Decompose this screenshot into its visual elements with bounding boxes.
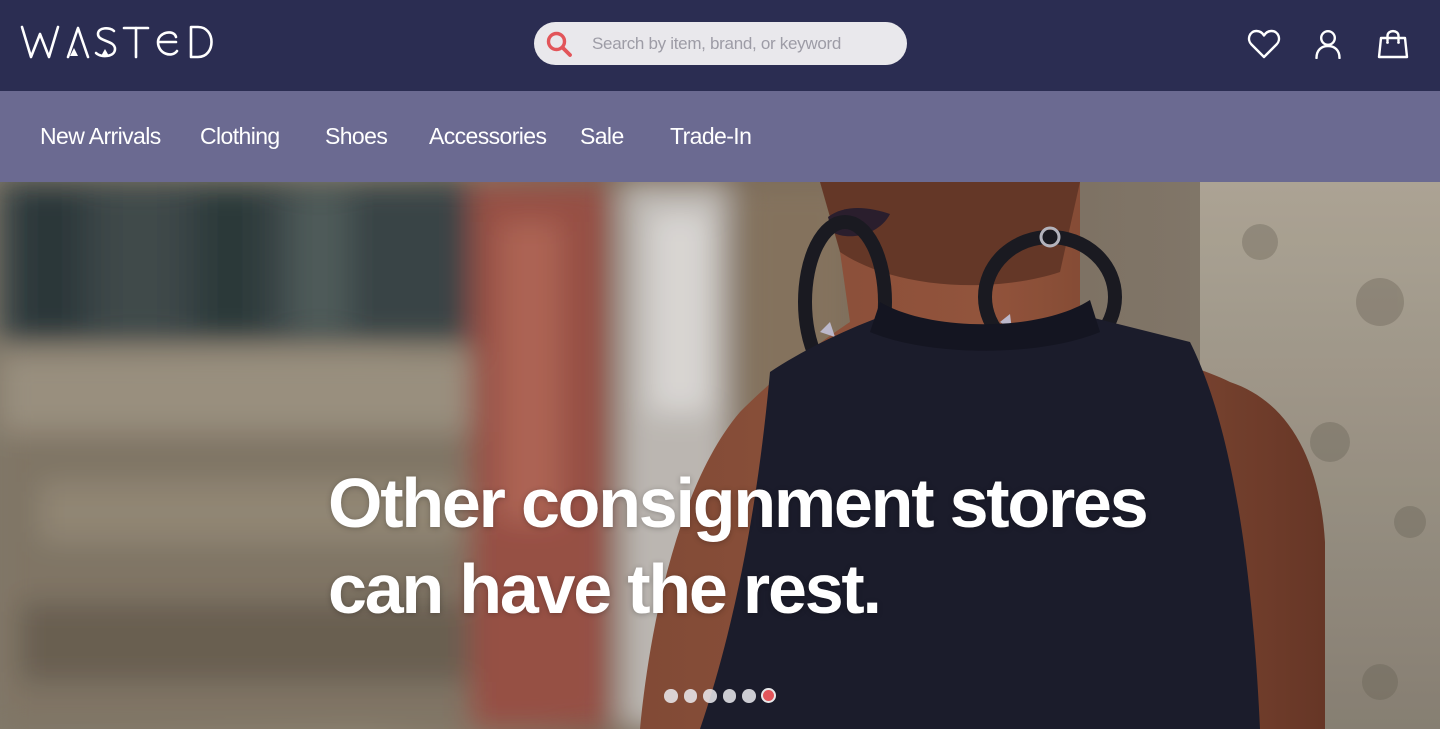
logo-wordmark	[20, 25, 213, 59]
nav-item-new-arrivals[interactable]: New Arrivals	[40, 91, 161, 182]
cart-button[interactable]	[1375, 26, 1411, 62]
hero-headline-line-2: can have the rest.	[328, 550, 882, 628]
nav-item-sale[interactable]: Sale	[580, 91, 624, 182]
search-bar[interactable]	[534, 22, 907, 65]
carousel-dot-2[interactable]	[683, 689, 697, 703]
carousel-dot-4[interactable]	[722, 689, 736, 703]
nav-item-trade-in[interactable]: Trade-In	[670, 91, 752, 182]
heart-icon	[1247, 29, 1281, 59]
hero-carousel: Other consignment stores can have the re…	[0, 182, 1440, 729]
wishlist-button[interactable]	[1246, 26, 1282, 62]
carousel-dot-1[interactable]	[664, 689, 678, 703]
main-nav: New Arrivals Clothing Shoes Accessories …	[0, 91, 1440, 182]
search-icon[interactable]	[545, 30, 573, 58]
nav-item-clothing[interactable]: Clothing	[200, 91, 280, 182]
carousel-dot-5[interactable]	[742, 689, 756, 703]
nav-item-shoes[interactable]: Shoes	[325, 91, 388, 182]
account-button[interactable]	[1310, 26, 1346, 62]
site-header: WASTED	[0, 0, 1440, 91]
hero-headline: Other consignment stores can have the re…	[328, 460, 1228, 632]
carousel-dot-3[interactable]	[703, 689, 717, 703]
carousel-dot-6-active[interactable]	[762, 690, 774, 702]
search-input[interactable]	[590, 22, 890, 65]
nav-item-accessories[interactable]: Accessories	[429, 91, 547, 182]
wasted-logo[interactable]: WASTED	[20, 22, 216, 62]
hero-headline-line-1: Other consignment stores	[328, 464, 1149, 542]
shopping-bag-icon	[1377, 29, 1409, 59]
user-icon	[1315, 29, 1341, 59]
hero-image	[0, 182, 1440, 729]
carousel-dots	[664, 689, 775, 703]
